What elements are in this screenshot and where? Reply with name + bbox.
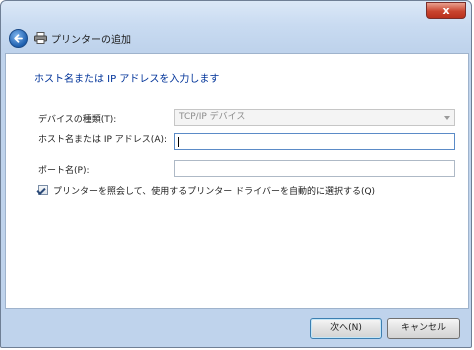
- query-printer-checkbox[interactable]: [36, 185, 48, 195]
- device-type-select: TCP/IP デバイス: [174, 109, 455, 126]
- next-button[interactable]: 次へ(N): [310, 318, 382, 339]
- check-mark-icon: [36, 185, 46, 195]
- page-heading: ホスト名または IP アドレスを入力します: [34, 74, 220, 85]
- content-panel: ホスト名または IP アドレスを入力します デバイスの種類(T): TCP/IP…: [5, 53, 469, 309]
- button-bar: 次へ(N) キャンセル: [1, 310, 473, 349]
- dialog-window: x プリンターの追加 ホスト名または IP アドレスを入力します デバイスの種類…: [0, 0, 472, 348]
- cancel-button[interactable]: キャンセル: [387, 318, 460, 339]
- back-button[interactable]: [9, 29, 28, 48]
- port-input[interactable]: [174, 160, 455, 177]
- wizard-title: プリンターの追加: [51, 35, 131, 46]
- device-type-label: デバイスの種類(T):: [38, 115, 117, 125]
- host-label: ホスト名または IP アドレス(A):: [38, 135, 168, 145]
- title-bar: x: [1, 1, 473, 23]
- close-button[interactable]: x: [426, 2, 466, 19]
- back-arrow-icon: [14, 34, 23, 43]
- host-input[interactable]: [174, 133, 455, 150]
- text-caret: [178, 137, 179, 147]
- printer-icon: [34, 32, 47, 44]
- query-printer-label[interactable]: プリンターを照会して、使用するプリンター ドライバーを自動的に選択する(Q): [53, 184, 375, 197]
- port-label: ポート名(P):: [38, 166, 90, 176]
- device-type-value: TCP/IP デバイス: [179, 112, 246, 122]
- chevron-down-icon: [444, 116, 450, 120]
